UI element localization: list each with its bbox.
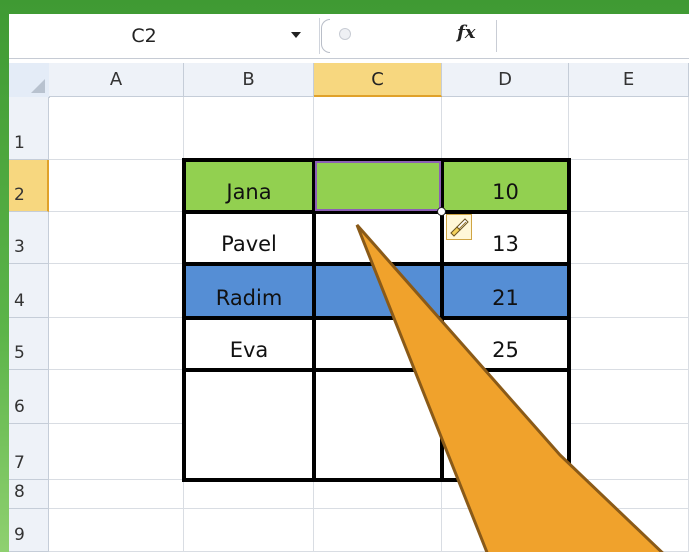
arrow-pointer-icon bbox=[355, 224, 664, 552]
